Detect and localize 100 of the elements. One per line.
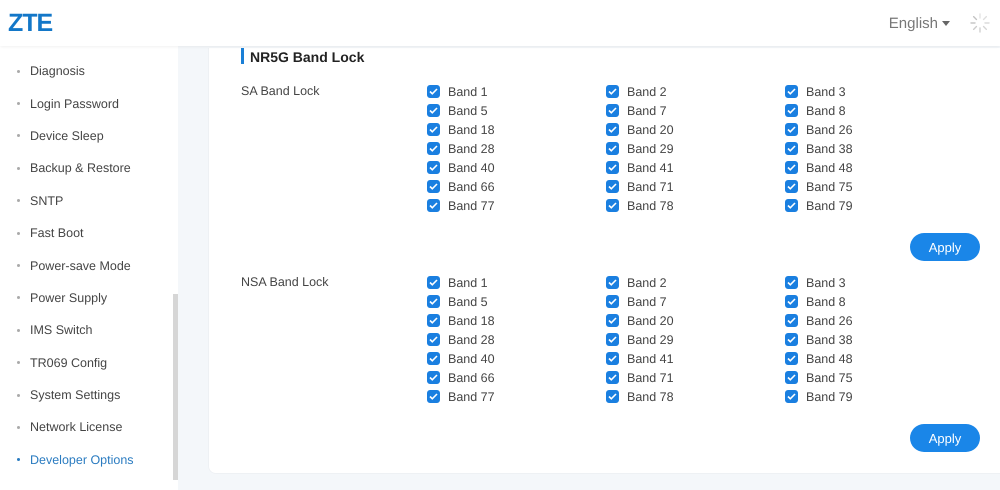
checkbox[interactable] [427,276,440,289]
checkbox[interactable] [427,352,440,365]
checkbox-label[interactable]: Band 41 [627,352,674,366]
checkbox-label[interactable]: Band 77 [448,390,495,404]
checkbox[interactable] [606,142,619,155]
scrollbar[interactable] [173,294,178,480]
checkbox-label[interactable]: Band 66 [448,180,495,194]
checkbox[interactable] [606,295,619,308]
checkbox-label[interactable]: Band 29 [627,142,674,156]
checkbox-label[interactable]: Band 2 [627,84,667,98]
checkbox[interactable] [427,180,440,193]
checkbox-label[interactable]: Band 18 [448,314,495,328]
checkbox-label[interactable]: Band 75 [806,370,853,384]
checkbox-label[interactable]: Band 28 [448,142,495,156]
checkbox[interactable] [427,123,440,136]
checkbox-label[interactable]: Band 1 [448,84,488,98]
checkbox[interactable] [785,390,798,403]
checkbox-label[interactable]: Band 78 [627,390,674,404]
checkbox[interactable] [785,199,798,212]
sidebar-item[interactable]: SNTP [0,184,170,217]
checkbox[interactable] [606,314,619,327]
checkbox[interactable] [427,371,440,384]
checkbox[interactable] [427,85,440,98]
checkbox[interactable] [785,85,798,98]
checkbox-label[interactable]: Band 71 [627,180,674,194]
checkbox-label[interactable]: Band 20 [627,314,674,328]
checkbox[interactable] [606,180,619,193]
checkbox-label[interactable]: Band 38 [806,142,853,156]
checkbox-label[interactable]: Band 5 [448,104,488,118]
checkbox-label[interactable]: Band 79 [806,198,853,212]
checkbox[interactable] [606,123,619,136]
checkbox[interactable] [427,142,440,155]
checkbox[interactable] [427,314,440,327]
checkbox-label[interactable]: Band 79 [806,390,853,404]
sidebar-item[interactable]: Power Supply [0,282,170,314]
checkbox[interactable] [427,333,440,346]
checkbox[interactable] [785,295,798,308]
sidebar-item[interactable]: TR069 Config [0,346,170,379]
sidebar-item[interactable]: Power-save Mode [0,249,170,282]
checkbox[interactable] [606,390,619,403]
checkbox[interactable] [785,123,798,136]
checkbox-label[interactable]: Band 71 [627,370,674,384]
sidebar-item[interactable]: Network License [0,411,170,444]
checkbox[interactable] [785,371,798,384]
checkbox-label[interactable]: Band 40 [448,352,495,366]
checkbox[interactable] [785,314,798,327]
checkbox[interactable] [606,161,619,174]
checkbox-label[interactable]: Band 48 [806,160,853,174]
checkbox-label[interactable]: Band 20 [627,122,674,136]
checkbox-label[interactable]: Band 3 [806,276,846,290]
sidebar-item[interactable]: Device Sleep [0,120,170,152]
checkbox[interactable] [427,199,440,212]
checkbox-label[interactable]: Band 18 [448,122,495,136]
checkbox[interactable] [606,199,619,212]
checkbox-label[interactable]: Band 77 [448,198,495,212]
sidebar-item[interactable]: System Settings [0,378,170,412]
checkbox-label[interactable]: Band 8 [806,294,846,308]
checkbox-label[interactable]: Band 8 [806,104,846,118]
sidebar-item[interactable]: Diagnosis [0,55,170,88]
checkbox[interactable] [427,104,440,117]
checkbox-label[interactable]: Band 41 [627,160,674,174]
checkbox[interactable] [606,276,619,289]
checkbox-label[interactable]: Band 2 [627,276,667,290]
checkbox[interactable] [785,142,798,155]
checkbox[interactable] [785,180,798,193]
checkbox[interactable] [427,390,440,403]
sidebar-item[interactable]: Developer Options [0,444,170,476]
checkbox[interactable] [606,85,619,98]
checkbox[interactable] [606,333,619,346]
apply-button[interactable]: Apply [910,233,980,261]
checkbox[interactable] [785,276,798,289]
checkbox[interactable] [785,333,798,346]
checkbox-label[interactable]: Band 28 [448,332,495,346]
checkbox-label[interactable]: Band 26 [806,314,853,328]
checkbox[interactable] [785,161,798,174]
checkbox[interactable] [427,295,440,308]
checkbox-label[interactable]: Band 3 [806,84,846,98]
checkbox-label[interactable]: Band 66 [448,370,495,384]
sidebar-item[interactable]: Backup & Restore [0,152,170,185]
language-dropdown[interactable]: English [888,14,950,32]
checkbox-label[interactable]: Band 78 [627,198,674,212]
checkbox-label[interactable]: Band 7 [627,104,667,118]
checkbox[interactable] [427,161,440,174]
apply-button[interactable]: Apply [910,424,980,452]
sidebar-item[interactable]: Login Password [0,87,170,120]
checkbox-label[interactable]: Band 5 [448,294,488,308]
checkbox-label[interactable]: Band 40 [448,160,495,174]
checkbox[interactable] [785,352,798,365]
checkbox-label[interactable]: Band 48 [806,352,853,366]
sidebar-item[interactable]: IMS Switch [0,314,170,347]
checkbox[interactable] [606,104,619,117]
checkbox-label[interactable]: Band 75 [806,180,853,194]
checkbox-label[interactable]: Band 1 [448,276,488,290]
sidebar-item[interactable]: Fast Boot [0,216,170,250]
checkbox[interactable] [606,352,619,365]
checkbox-label[interactable]: Band 26 [806,122,853,136]
checkbox-label[interactable]: Band 29 [627,332,674,346]
checkbox-label[interactable]: Band 7 [627,294,667,308]
checkbox[interactable] [785,104,798,117]
checkbox[interactable] [606,371,619,384]
